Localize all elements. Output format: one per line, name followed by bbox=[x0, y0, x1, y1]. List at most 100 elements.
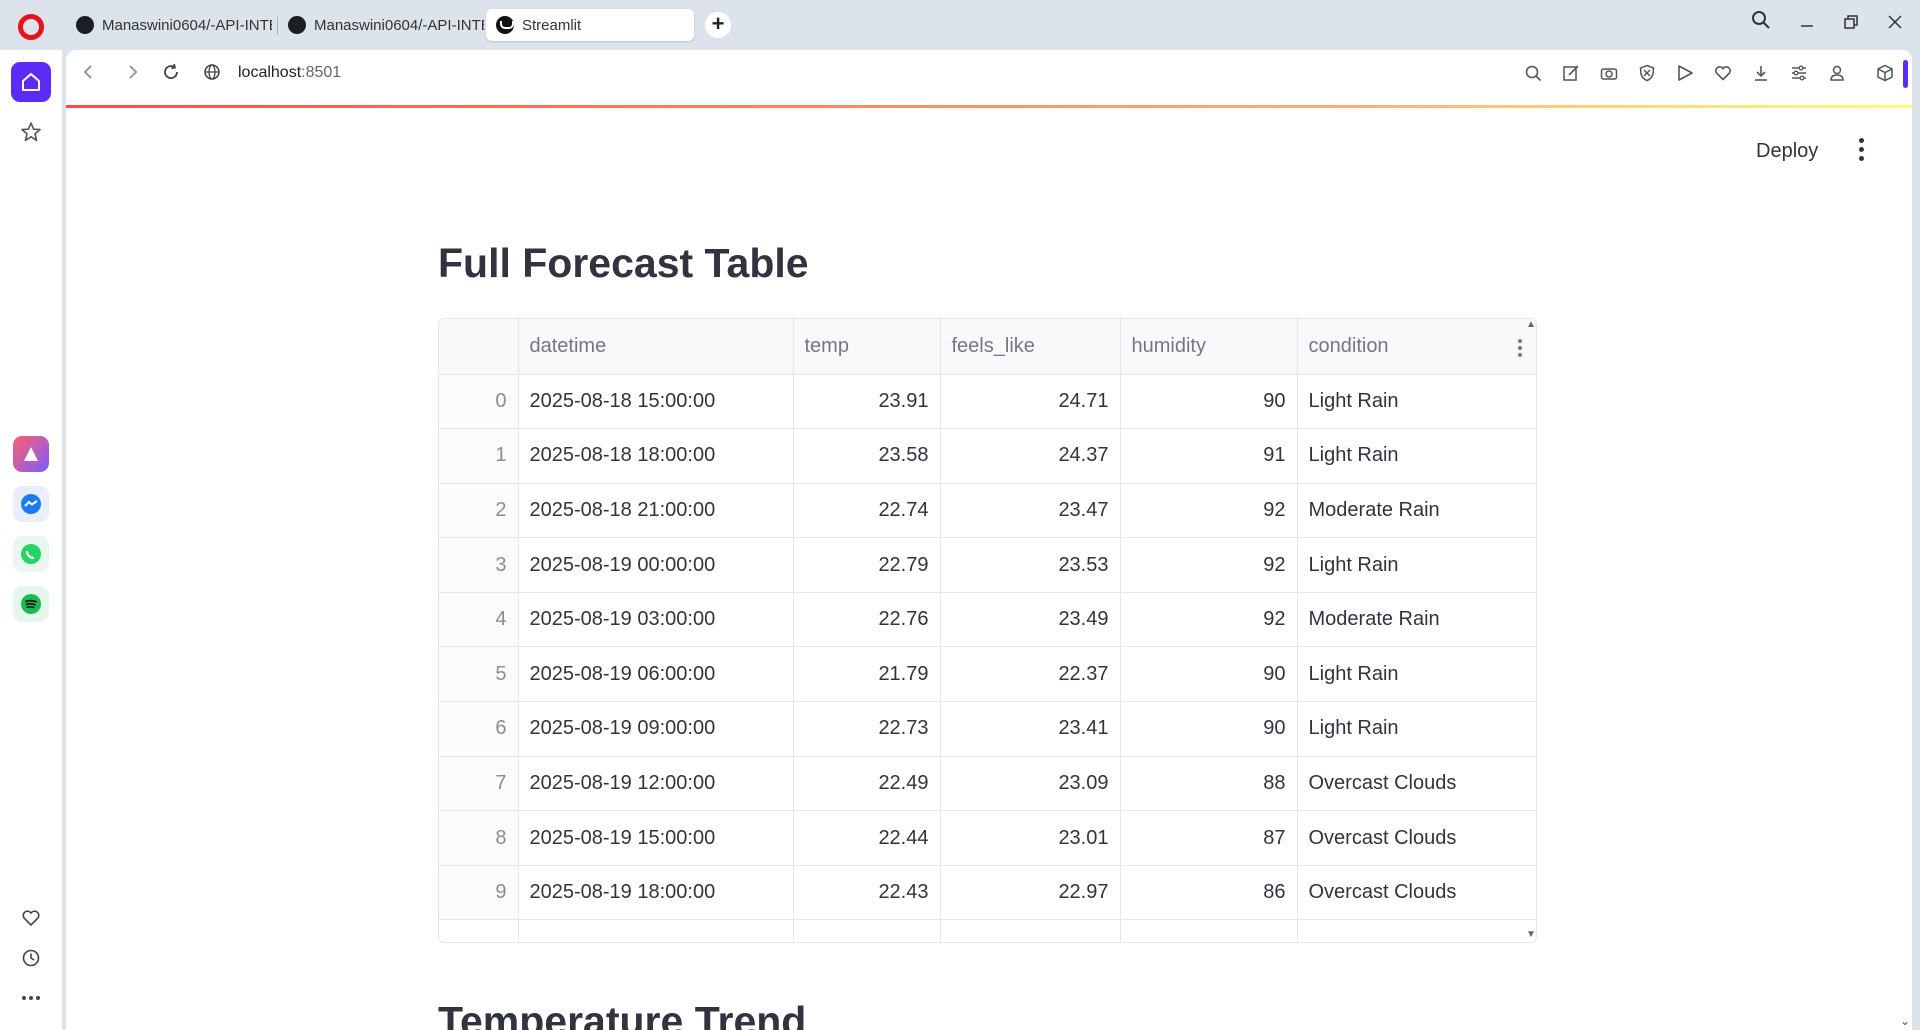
home-icon[interactable] bbox=[11, 62, 51, 102]
aria-icon[interactable] bbox=[13, 436, 49, 472]
deploy-button[interactable]: Deploy bbox=[1756, 140, 1818, 163]
extensions-cube-icon[interactable] bbox=[1874, 64, 1896, 86]
cell-idx[interactable]: 2 bbox=[439, 483, 519, 539]
back-icon[interactable] bbox=[76, 63, 100, 87]
cell-temp[interactable]: 22.79 bbox=[793, 537, 941, 593]
cell-condition[interactable]: Moderate Rain bbox=[1297, 592, 1536, 648]
more-dots-icon[interactable] bbox=[11, 978, 51, 1018]
cell-idx[interactable]: 7 bbox=[439, 756, 519, 812]
cell-feels-like[interactable]: 23.09 bbox=[940, 756, 1121, 812]
edit-icon[interactable] bbox=[1560, 64, 1582, 86]
search-tabs-icon[interactable] bbox=[1746, 10, 1776, 38]
messenger-icon[interactable] bbox=[13, 486, 49, 522]
url-field[interactable]: localhost:8501 bbox=[238, 64, 341, 82]
cell-feels-like[interactable]: 23.47 bbox=[940, 483, 1121, 539]
send-icon[interactable] bbox=[1674, 64, 1696, 86]
cell-humidity[interactable]: 92 bbox=[1120, 592, 1298, 648]
restore-icon[interactable] bbox=[1836, 10, 1866, 38]
cell-datetime[interactable]: 2025-08-19 09:00:00 bbox=[518, 701, 794, 757]
table-row[interactable]: 0 2025-08-18 15:00:00 23.91 24.71 90 Light Ra… bbox=[439, 374, 1536, 430]
cell-condition[interactable]: Overcast Clouds bbox=[1297, 756, 1536, 812]
cell-feels-like[interactable]: 23.49 bbox=[940, 592, 1121, 648]
cell-datetime[interactable]: 2025-08-18 15:00:00 bbox=[518, 374, 794, 430]
scroll-up-icon[interactable]: ▲ bbox=[1526, 319, 1536, 330]
cell-temp[interactable]: 22.43 bbox=[793, 865, 941, 921]
cell-humidity[interactable]: 90 bbox=[1120, 374, 1298, 430]
cell-humidity[interactable]: 90 bbox=[1120, 701, 1298, 757]
cell-feels-like[interactable]: 22.37 bbox=[940, 646, 1121, 703]
opera-logo-icon[interactable] bbox=[18, 14, 44, 40]
cell-feels-like[interactable]: 23.53 bbox=[940, 537, 1121, 593]
cell-idx[interactable]: 1 bbox=[439, 428, 519, 484]
cell-idx[interactable]: 8 bbox=[439, 810, 519, 866]
page-scroll-down-icon[interactable]: ⌄ bbox=[1900, 1014, 1910, 1028]
cell-humidity[interactable]: 88 bbox=[1120, 756, 1298, 812]
column-header-index[interactable] bbox=[439, 319, 519, 375]
camera-icon[interactable] bbox=[1598, 64, 1620, 86]
tab-streamlit[interactable]: Streamlit bbox=[486, 9, 694, 41]
column-menu-icon[interactable] bbox=[1518, 339, 1524, 360]
column-header-condition[interactable]: condition bbox=[1297, 319, 1536, 375]
cell-idx[interactable]: 3 bbox=[439, 537, 519, 593]
cell-datetime[interactable]: 2025-08-19 15:00:00 bbox=[518, 810, 794, 866]
cell-temp[interactable]: 22.76 bbox=[793, 592, 941, 648]
cell-idx[interactable]: 9 bbox=[439, 865, 519, 921]
cell-temp[interactable]: 23.91 bbox=[793, 374, 941, 430]
column-header-temp[interactable]: temp bbox=[793, 319, 941, 375]
site-info-globe-icon[interactable] bbox=[200, 63, 224, 87]
cell-condition[interactable]: Light Rain bbox=[1297, 374, 1536, 430]
zoom-icon[interactable] bbox=[1522, 64, 1544, 86]
cell-humidity[interactable]: 86 bbox=[1120, 865, 1298, 921]
profile-icon[interactable] bbox=[1826, 64, 1848, 86]
table-row-partial[interactable] bbox=[439, 919, 1536, 942]
cell-temp[interactable]: 22.44 bbox=[793, 810, 941, 866]
cell-humidity[interactable]: 87 bbox=[1120, 810, 1298, 866]
cell-temp[interactable]: 22.49 bbox=[793, 756, 941, 812]
cell-feels-like[interactable]: 23.01 bbox=[940, 810, 1121, 866]
new-tab-button[interactable]: + bbox=[705, 12, 731, 38]
table-row[interactable]: 6 2025-08-19 09:00:00 22.73 23.41 90 Light Ra… bbox=[439, 701, 1536, 757]
table-row[interactable]: 1 2025-08-18 18:00:00 23.58 24.37 91 Light Ra… bbox=[439, 428, 1536, 484]
spotify-icon[interactable] bbox=[13, 586, 49, 622]
cell-temp[interactable]: 23.58 bbox=[793, 428, 941, 484]
cell-datetime[interactable]: 2025-08-19 18:00:00 bbox=[518, 865, 794, 921]
forecast-dataframe[interactable]: datetime temp feels_like humidity condit… bbox=[438, 318, 1537, 943]
table-row[interactable]: 5 2025-08-19 06:00:00 21.79 22.37 90 Light Ra… bbox=[439, 646, 1536, 703]
column-header-feels-like[interactable]: feels_like bbox=[940, 319, 1121, 375]
pinboard-star-icon[interactable] bbox=[11, 112, 51, 152]
cell-temp[interactable]: 22.73 bbox=[793, 701, 941, 757]
cell-datetime[interactable]: 2025-08-19 00:00:00 bbox=[518, 537, 794, 593]
cell-humidity[interactable]: 92 bbox=[1120, 537, 1298, 593]
cell-condition[interactable]: Light Rain bbox=[1297, 428, 1536, 484]
table-row[interactable]: 4 2025-08-19 03:00:00 22.76 23.49 92 Moderate… bbox=[439, 592, 1536, 648]
cell-condition[interactable]: Overcast Clouds bbox=[1297, 810, 1536, 866]
tab-github-1[interactable]: Manaswini0604/-API-INTE bbox=[66, 9, 272, 41]
favorite-heart-icon[interactable] bbox=[1712, 64, 1734, 86]
cell-datetime[interactable]: 2025-08-18 21:00:00 bbox=[518, 483, 794, 539]
cell-datetime[interactable]: 2025-08-18 18:00:00 bbox=[518, 428, 794, 484]
cell-feels-like[interactable]: 24.71 bbox=[940, 374, 1121, 430]
cell-datetime[interactable]: 2025-08-19 06:00:00 bbox=[518, 646, 794, 703]
cell-condition[interactable]: Overcast Clouds bbox=[1297, 865, 1536, 921]
cell-temp[interactable]: 22.74 bbox=[793, 483, 941, 539]
tab-github-2[interactable]: Manaswini0604/-API-INTE bbox=[278, 9, 484, 41]
cell-condition[interactable]: Moderate Rain bbox=[1297, 483, 1536, 539]
whatsapp-icon[interactable] bbox=[13, 536, 49, 572]
table-row[interactable]: 3 2025-08-19 00:00:00 22.79 23.53 92 Light Ra… bbox=[439, 537, 1536, 593]
easy-setup-icon[interactable] bbox=[1788, 64, 1810, 86]
history-clock-icon[interactable] bbox=[11, 938, 51, 978]
cell-feels-like[interactable]: 23.41 bbox=[940, 701, 1121, 757]
cell-datetime[interactable]: 2025-08-19 12:00:00 bbox=[518, 756, 794, 812]
cell-condition[interactable]: Light Rain bbox=[1297, 537, 1536, 593]
adblock-shield-icon[interactable] bbox=[1636, 64, 1658, 86]
download-icon[interactable] bbox=[1750, 64, 1772, 86]
cell-humidity[interactable]: 91 bbox=[1120, 428, 1298, 484]
close-window-icon[interactable] bbox=[1880, 10, 1910, 38]
forward-icon[interactable] bbox=[121, 63, 145, 87]
table-row[interactable]: 2 2025-08-18 21:00:00 22.74 23.47 92 Moderate… bbox=[439, 483, 1536, 539]
cell-idx[interactable]: 0 bbox=[439, 374, 519, 430]
cell-temp[interactable]: 21.79 bbox=[793, 646, 941, 703]
minimize-icon[interactable] bbox=[1792, 10, 1822, 38]
column-header-datetime[interactable]: datetime bbox=[518, 319, 794, 375]
table-row[interactable]: 9 2025-08-19 18:00:00 22.43 22.97 86 Overcast… bbox=[439, 865, 1536, 921]
